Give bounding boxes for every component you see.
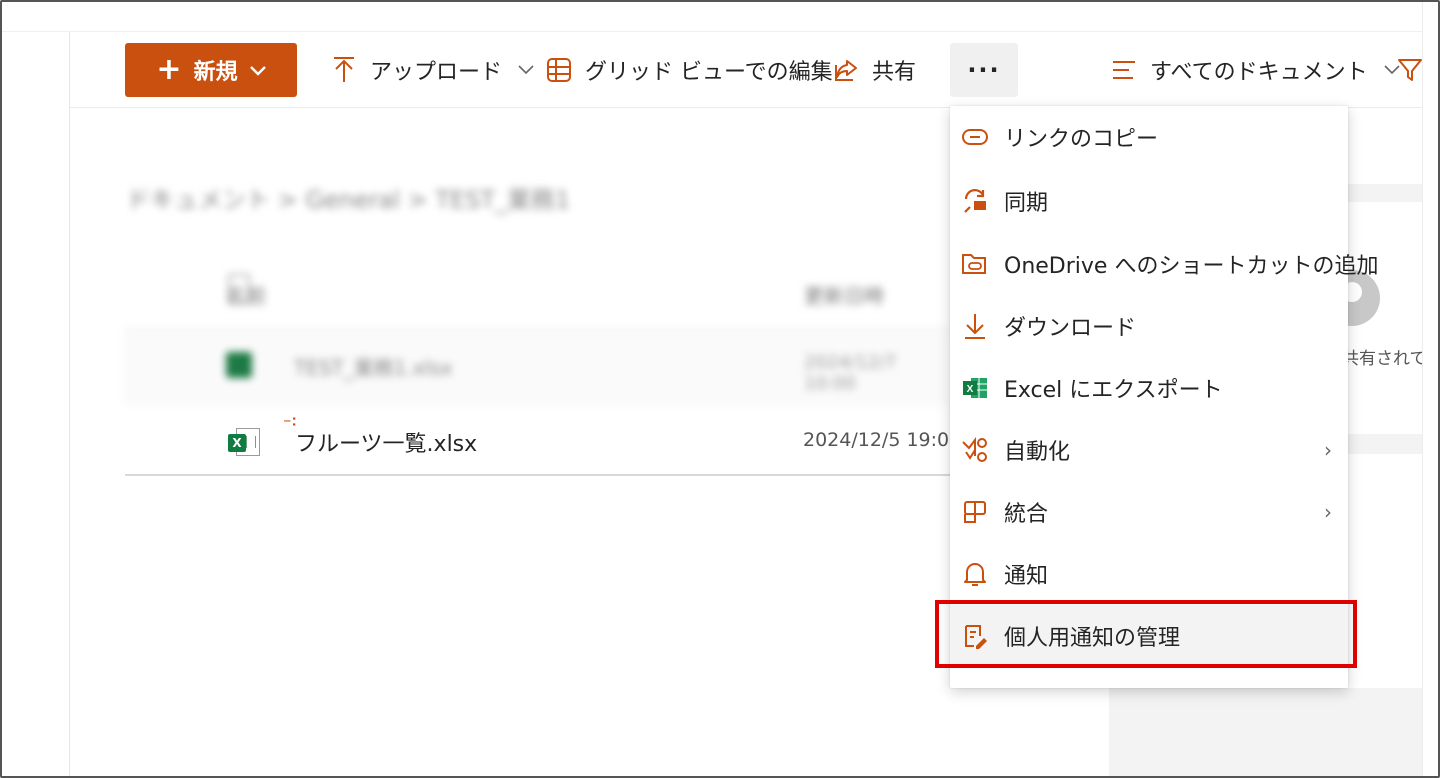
column-header-modified: 更新日時 — [804, 284, 884, 308]
breadcrumb: ドキュメント > General > TEST_業務1 — [126, 186, 571, 214]
blurred-file-date: 2024/12/7 10:00 — [804, 352, 897, 394]
details-card — [1347, 454, 1426, 688]
automate-icon — [960, 435, 990, 465]
file-name-link[interactable]: フルーツ一覧.xlsx — [295, 426, 477, 458]
menu-item-label: 統合 — [1004, 502, 1049, 527]
menu-item-download[interactable]: ダウンロード — [950, 295, 1348, 357]
upload-button[interactable]: アップロード — [330, 43, 534, 97]
link-icon — [960, 122, 990, 152]
menu-item-sync[interactable]: 同期 — [950, 170, 1348, 232]
menu-item-label: ダウンロード — [1004, 316, 1137, 341]
highlight-box — [935, 600, 1357, 668]
excel-file-icon: X — [228, 426, 262, 456]
command-bar: + 新規 アップロード グリッド ビューでの編集 共有 ··· すべてのドキュメ… — [70, 32, 1426, 108]
menu-item-automate[interactable]: 自動化 › — [950, 419, 1348, 481]
blurred-file-name: TEST_業務1.xlsx — [294, 356, 453, 380]
view-selector[interactable]: すべてのドキュメント — [1110, 43, 1400, 97]
sync-icon — [960, 186, 990, 216]
table-row[interactable]: X ⁻˸ フルーツ一覧.xlsx 2024/12/5 19:09 — [125, 410, 961, 476]
menu-item-label: Excel にエクスポート — [1004, 378, 1223, 403]
shortcut-icon — [960, 249, 990, 279]
menu-item-add-shortcut[interactable]: OneDrive へのショートカットの追加 — [950, 233, 1378, 295]
left-nav-rail — [2, 32, 70, 776]
chevron-right-icon: › — [1324, 438, 1332, 462]
menu-item-label: 通知 — [1004, 564, 1049, 589]
bell-icon — [960, 559, 990, 589]
chevron-down-icon — [518, 61, 534, 79]
more-label: ··· — [967, 56, 1001, 84]
grid-edit-button[interactable]: グリッド ビューでの編集 — [545, 43, 833, 97]
filter-icon — [1396, 56, 1424, 84]
integrate-icon — [960, 497, 990, 527]
menu-item-alert[interactable]: 通知 — [950, 543, 1348, 605]
menu-item-label: リンクのコピー — [1004, 127, 1159, 152]
menu-item-label: OneDrive へのショートカットの追加 — [1004, 254, 1379, 279]
share-label: 共有 — [872, 60, 917, 85]
upload-label: アップロード — [370, 60, 503, 85]
excel-icon: X — [960, 373, 990, 403]
plus-icon: + — [156, 52, 182, 87]
chevron-down-icon — [249, 61, 266, 80]
app-frame: + 新規 アップロード グリッド ビューでの編集 共有 ··· すべてのドキュメ… — [0, 0, 1440, 778]
column-header-name: 名前 — [226, 284, 266, 308]
top-strip — [2, 2, 1438, 32]
file-modified-date: 2024/12/5 19:09 — [803, 429, 962, 451]
share-button[interactable]: 共有 — [832, 43, 916, 97]
excel-file-icon — [226, 352, 252, 378]
more-actions-button[interactable]: ··· — [950, 43, 1018, 97]
grid-icon — [545, 56, 573, 84]
menu-item-label: 同期 — [1004, 191, 1049, 216]
menu-item-export-excel[interactable]: X Excel にエクスポート — [950, 357, 1348, 419]
svg-text:X: X — [967, 384, 974, 395]
blurred-library-area: ドキュメント > General > TEST_業務1 名前 更新日時 TEST… — [70, 172, 950, 417]
filter-button[interactable] — [1396, 43, 1424, 97]
grid-edit-label: グリッド ビューでの編集 — [585, 60, 833, 85]
scrollbar[interactable] — [1422, 2, 1438, 776]
download-icon — [960, 311, 990, 341]
upload-arrow-icon — [330, 56, 358, 84]
view-label: すべてのドキュメント — [1150, 60, 1368, 85]
new-button[interactable]: + 新規 — [125, 43, 297, 97]
chevron-right-icon: › — [1324, 500, 1332, 524]
new-button-label: 新規 — [193, 60, 238, 85]
list-view-icon — [1110, 56, 1138, 84]
menu-item-integrate[interactable]: 統合 › — [950, 481, 1348, 543]
share-icon — [832, 56, 860, 84]
menu-item-copy-link[interactable]: リンクのコピー — [950, 106, 1348, 168]
menu-item-label: 自動化 — [1004, 440, 1071, 465]
